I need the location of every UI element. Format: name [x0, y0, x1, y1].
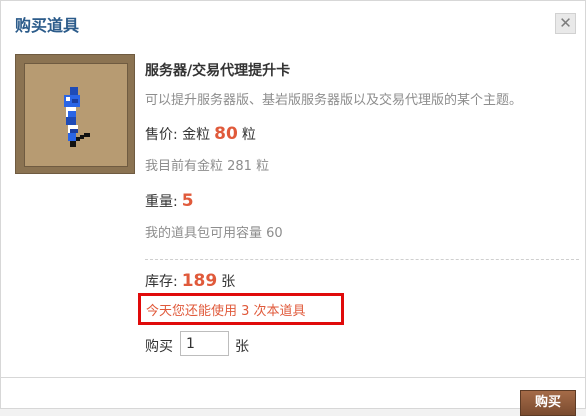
- bag-capacity-text: 我的道具包可用容量 60: [145, 226, 283, 241]
- quantity-unit: 张: [235, 339, 249, 355]
- weight-label: 重量:: [145, 194, 178, 210]
- item-description: 可以提升服务器版、基岩版服务器版以及交易代理版的某个主题。: [145, 93, 523, 108]
- weight-value: 5: [181, 191, 194, 211]
- price-label: 售价:: [145, 127, 178, 143]
- stock-value: 189: [181, 271, 218, 291]
- price-line: 售价: 金粒 80 粒: [145, 124, 256, 144]
- close-icon: ✕: [559, 14, 572, 32]
- close-button[interactable]: ✕: [555, 13, 576, 34]
- stock-unit: 张: [221, 274, 236, 290]
- item-image-frame: [15, 54, 135, 174]
- footer-divider: [1, 377, 586, 378]
- dialog-title: 购买道具: [15, 16, 80, 35]
- price-value: 80: [214, 124, 238, 144]
- stock-label: 库存:: [145, 274, 178, 290]
- usage-limit-notice: 今天您还能使用 3 次本道具: [138, 293, 344, 325]
- price-unit: 粒: [241, 127, 256, 143]
- item-name: 服务器/交易代理提升卡: [145, 63, 291, 79]
- price-currency: 金粒: [182, 127, 211, 143]
- weight-line: 重量: 5: [145, 191, 198, 211]
- gold-balance-text: 我目前有金粒 281 粒: [145, 159, 270, 174]
- quantity-label: 购买: [145, 339, 173, 355]
- buy-item-dialog: 购买道具 ✕ 服务器/交易代理提升卡 可以提升服务器版、基岩版服务器版以及交易代…: [0, 0, 586, 416]
- buy-button[interactable]: 购买: [520, 390, 576, 416]
- upgrade-card-icon: [64, 87, 90, 147]
- stock-line: 库存: 189 张: [145, 271, 235, 291]
- section-divider: [145, 259, 579, 260]
- quantity-input[interactable]: [180, 331, 229, 356]
